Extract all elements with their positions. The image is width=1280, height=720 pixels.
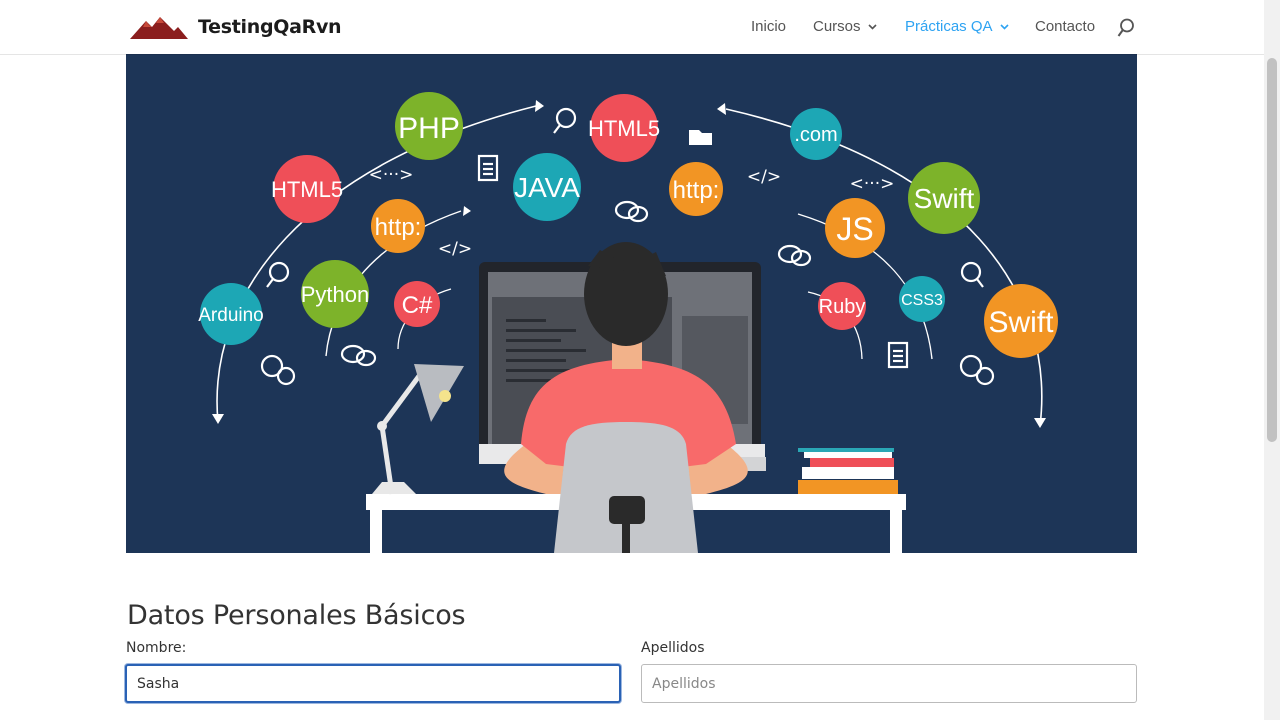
bubble-label: Swift xyxy=(914,183,975,214)
hero-banner: PHP HTML5 HTML5 JAVA http: http: .com Sw… xyxy=(126,54,1137,553)
nav-item-cursos[interactable]: Cursos xyxy=(813,18,877,35)
bubble-label: HTML5 xyxy=(271,177,343,202)
page-scrollbar[interactable] xyxy=(1264,0,1280,720)
code-tag: <···> xyxy=(850,174,895,194)
nav-item-label: Cursos xyxy=(813,18,861,35)
apellidos-input[interactable] xyxy=(641,664,1137,703)
bubble-label: http: xyxy=(673,177,720,204)
books-stack xyxy=(798,448,898,494)
bubble-label: JS xyxy=(836,211,873,247)
programmer-illustration: PHP HTML5 HTML5 JAVA http: http: .com Sw… xyxy=(126,54,1137,553)
chevron-down-icon xyxy=(867,23,877,30)
bubble-label: Swift xyxy=(988,306,1054,339)
site-logo[interactable]: TestingQaRvn xyxy=(130,12,342,42)
bubble-label: JAVA xyxy=(514,172,580,203)
bubble-label: HTML5 xyxy=(588,116,660,141)
bubble-label: http: xyxy=(375,214,422,241)
bubble-label: Python xyxy=(301,282,370,307)
nav-item-label: Prácticas QA xyxy=(905,18,993,35)
apellidos-label: Apellidos xyxy=(641,640,705,656)
mountain-logo-icon xyxy=(130,17,188,39)
search-icon[interactable] xyxy=(1117,18,1135,38)
bubble-label: CSS3 xyxy=(901,292,943,309)
form-title: Datos Personales Básicos xyxy=(127,600,466,631)
nav-item-practicas-qa[interactable]: Prácticas QA xyxy=(905,18,1009,35)
nav-item-inicio[interactable]: Inicio xyxy=(751,18,786,35)
scrollbar-thumb[interactable] xyxy=(1267,58,1277,442)
nav-item-label: Contacto xyxy=(1035,18,1096,35)
bubble-label: .com xyxy=(794,124,837,146)
bubble-label: C# xyxy=(402,292,433,319)
nombre-label: Nombre: xyxy=(126,640,187,656)
nav-item-contacto[interactable]: Contacto xyxy=(1035,18,1095,35)
code-tag: <···> xyxy=(369,165,414,185)
site-header: TestingQaRvn Inicio Cursos Prácticas QA … xyxy=(0,0,1264,54)
nav-item-label: Inicio xyxy=(751,18,787,35)
chevron-down-icon xyxy=(999,23,1009,30)
code-tag: </> xyxy=(438,239,472,259)
bubble-label: Arduino xyxy=(198,305,264,326)
nombre-input[interactable] xyxy=(125,664,621,703)
code-tag: </> xyxy=(747,167,781,187)
site-brand-name: TestingQaRvn xyxy=(198,16,342,38)
bubble-label: PHP xyxy=(398,112,460,145)
bubble-label: Ruby xyxy=(819,296,866,318)
